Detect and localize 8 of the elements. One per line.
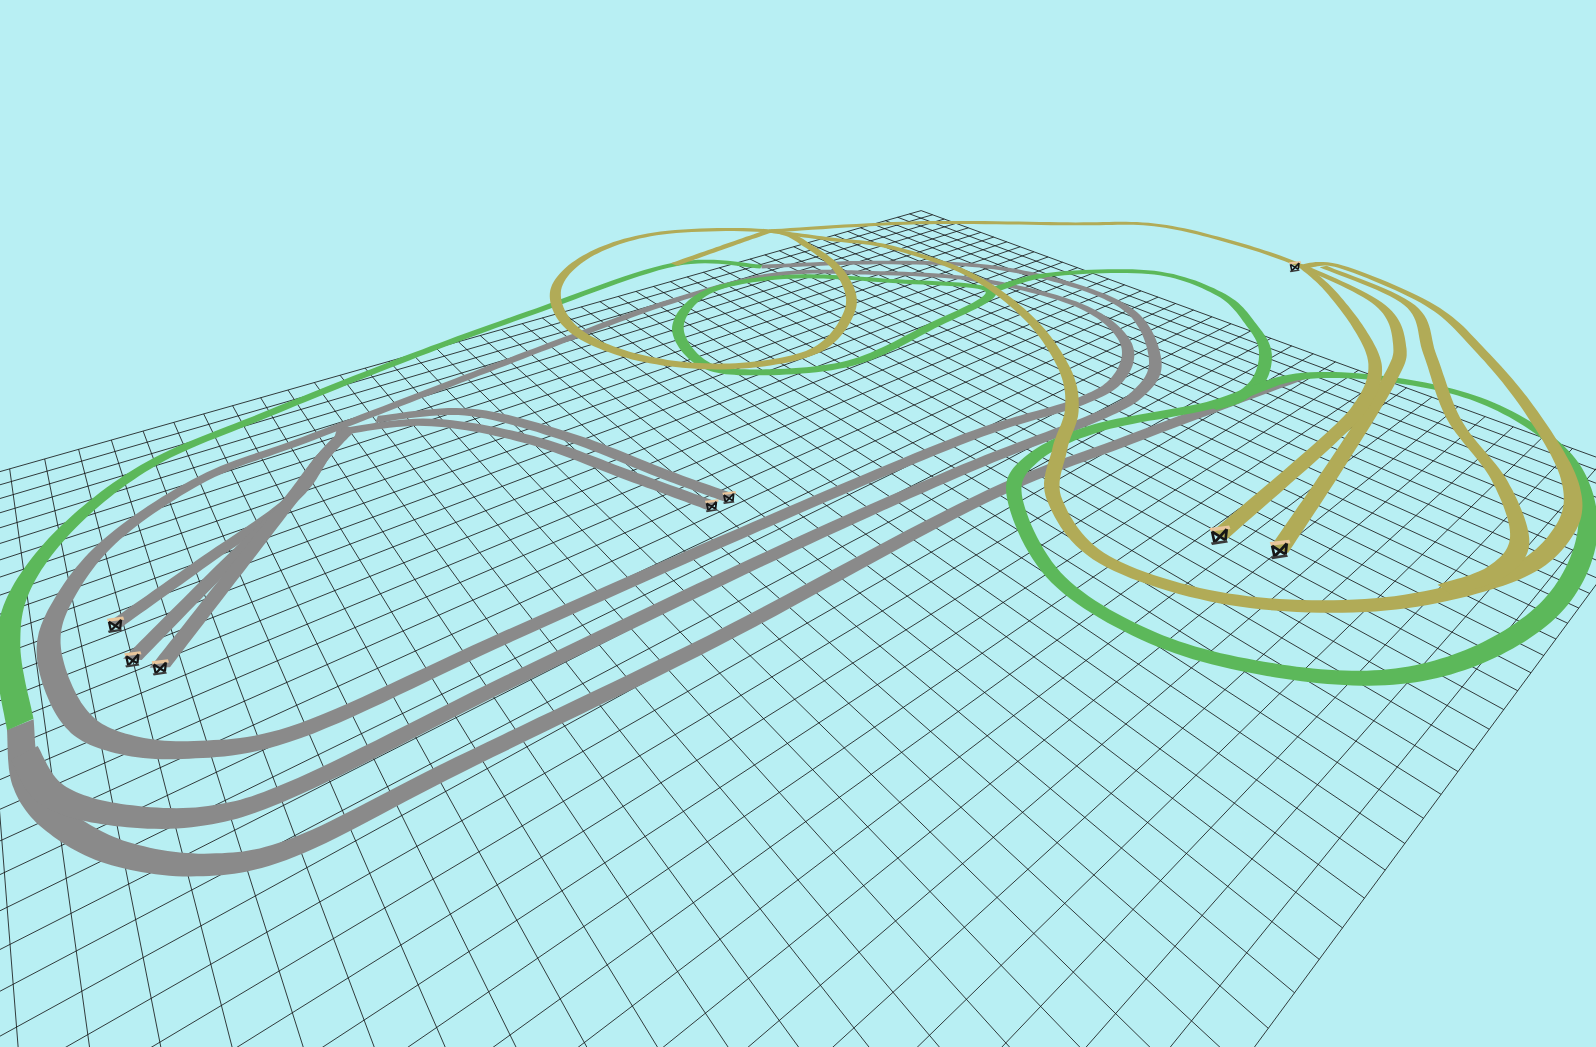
buffer-stop-icon [124, 651, 142, 668]
buffer-stop-icon [151, 659, 169, 676]
buffer-stop-icon [1289, 260, 1302, 273]
buffer-stop-icon [704, 499, 719, 513]
buffer-stop-icon [722, 491, 737, 505]
buffer-stop-icon [1269, 539, 1291, 560]
buffer-stop-icon [1209, 525, 1231, 545]
buffer-stop-icon [106, 616, 125, 633]
